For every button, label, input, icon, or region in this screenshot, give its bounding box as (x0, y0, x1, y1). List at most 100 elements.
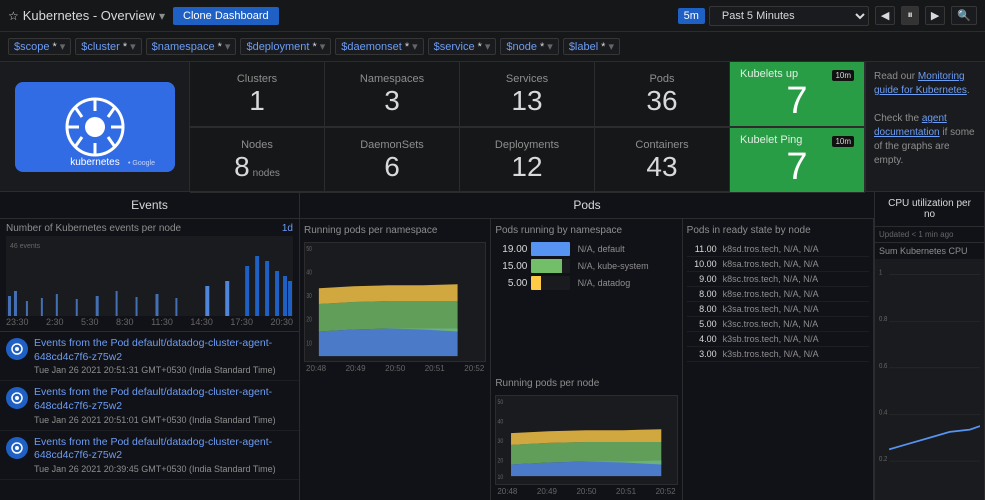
ready-row: 4.00k3sb.tros.tech, N/A, N/A (687, 332, 869, 347)
svg-text:1: 1 (879, 269, 883, 276)
svg-text:0.4: 0.4 (879, 409, 888, 416)
cpu-chart: 1 0.8 0.6 0.4 0.2 (875, 259, 984, 500)
prev-time-button[interactable]: ◀ (875, 6, 895, 25)
stat-deployments-value: 12 (511, 153, 542, 181)
pods-title: Pods (573, 198, 600, 212)
svg-text:0.8: 0.8 (879, 316, 888, 323)
filter-deployment-name: $deployment (246, 41, 309, 53)
event-title: Events from the Pod default/datadog-clus… (34, 436, 293, 463)
cpu-title: CPU utilization per no (888, 198, 971, 220)
cpu-updated: Updated < 1 min ago (875, 227, 984, 243)
svg-text:10: 10 (306, 341, 312, 348)
stat-daemonsets-label: DaemonSets (360, 139, 424, 151)
event-time: Tue Jan 26 2021 20:39:45 GMT+0530 (India… (34, 464, 293, 474)
event-text: Events from the Pod default/datadog-clus… (34, 436, 293, 474)
running-pods-namespace-panel: Running pods per namespace 50 40 30 20 1… (300, 219, 491, 500)
stat-nodes: Nodes 8 nodes (190, 128, 325, 193)
cpu-panel-header: CPU utilization per no (875, 192, 984, 227)
filter-service[interactable]: $service * ▾ (428, 38, 497, 55)
events-panel-header: Events (0, 192, 299, 219)
stat-nodes-value: 8 (234, 153, 250, 181)
ready-row: 9.00k8sc.tros.tech, N/A, N/A (687, 272, 869, 287)
filter-cluster[interactable]: $cluster * ▾ (75, 38, 141, 55)
list-item[interactable]: Events from the Pod default/datadog-clus… (0, 431, 299, 480)
cpu-sum-label: Sum Kubernetes CPU (875, 243, 984, 259)
pods-ready-by-node-panel: Pods in ready state by node 11.00k8sd.tr… (683, 219, 874, 500)
ns-value: 19.00 (495, 244, 527, 255)
stats-row: kubernetes • Google Clusters 1 Namespace… (0, 62, 985, 192)
event-title: Events from the Pod default/datadog-clus… (34, 386, 293, 413)
filter-node[interactable]: $node * ▾ (500, 38, 558, 55)
events-chart-label: Number of Kubernetes events per node (6, 223, 181, 234)
stat-kubelet-ping: Kubelet Ping 10m 7 (730, 128, 865, 193)
event-icon (6, 338, 28, 360)
event-icon (6, 387, 28, 409)
list-item[interactable]: Events from the Pod default/datadog-clus… (0, 381, 299, 430)
filter-namespace[interactable]: $namespace * ▾ (146, 38, 237, 55)
stats-bottom-row: Nodes 8 nodes DaemonSets 6 Deployments 1… (190, 128, 865, 193)
filter-daemonset[interactable]: $daemonset * ▾ (335, 38, 423, 55)
node-chart-axis: 20:48 20:49 20:50 20:51 20:52 (495, 487, 677, 496)
ns-value: 5.00 (495, 278, 527, 289)
stat-namespaces: Namespaces 3 (325, 62, 460, 127)
kubelet-ping-time-badge: 10m (832, 136, 854, 147)
running-pods-ns-chart: 50 40 30 20 10 (304, 242, 486, 362)
stat-pods-value: 36 (646, 87, 677, 115)
ready-row: 3.00k3sb.tros.tech, N/A, N/A (687, 347, 869, 362)
event-time: Tue Jan 26 2021 20:51:31 GMT+0530 (India… (34, 365, 293, 375)
filter-namespace-name: $namespace (152, 41, 215, 53)
time-range: 5m Past 5 Minutes Past 15 Minutes Past 1… (678, 6, 869, 26)
events-chart: 46 events (6, 236, 293, 316)
kubernetes-logo-svg: kubernetes • Google (15, 82, 175, 172)
dashboard: kubernetes • Google Clusters 1 Namespace… (0, 62, 985, 500)
filter-bar: $scope * ▾ $cluster * ▾ $namespace * ▾ $… (0, 32, 985, 62)
filter-scope[interactable]: $scope * ▾ (8, 38, 71, 55)
event-title: Events from the Pod default/datadog-clus… (34, 337, 293, 364)
events-panel: Events Number of Kubernetes events per n… (0, 192, 300, 500)
ns-name: N/A, kube-system (578, 261, 678, 271)
running-pods-ns-svg: 50 40 30 20 10 (305, 243, 485, 361)
filter-cluster-name: $cluster (81, 41, 120, 53)
event-text: Events from the Pod default/datadog-clus… (34, 386, 293, 424)
stat-services: Services 13 (460, 62, 595, 127)
stat-pods: Pods 36 (595, 62, 730, 127)
next-time-button[interactable]: ▶ (925, 6, 945, 25)
ready-rows: 11.00k8sd.tros.tech, N/A, N/A 10.00k8sa.… (687, 242, 869, 362)
svg-text:30: 30 (498, 437, 504, 445)
stat-daemonsets: DaemonSets 6 (325, 128, 460, 193)
filter-scope-name: $scope (14, 41, 49, 53)
pause-button[interactable]: ⏸ (901, 6, 919, 25)
running-pods-node-chart: 50 40 30 20 10 (495, 395, 677, 485)
ns-bar-row: 19.00 N/A, default (495, 242, 677, 256)
ns-bar-row: 15.00 N/A, kube-system (495, 259, 677, 273)
event-time: Tue Jan 26 2021 20:51:01 GMT+0530 (India… (34, 415, 293, 425)
filter-node-name: $node (506, 41, 537, 53)
stat-kubelets-value: 7 (786, 82, 807, 120)
list-item[interactable]: Events from the Pod default/datadog-clus… (0, 332, 299, 381)
svg-text:40: 40 (306, 270, 312, 277)
ns-chart-axis: 20:48 20:49 20:50 20:51 20:52 (304, 364, 486, 373)
stat-daemonsets-value: 6 (384, 153, 400, 181)
stat-nodes-label: Nodes (241, 139, 273, 151)
events-list: Events from the Pod default/datadog-clus… (0, 332, 299, 500)
stat-kubelets-up: Kubelets up 10m 7 (730, 62, 865, 127)
clone-dashboard-button[interactable]: Clone Dashboard (173, 7, 279, 25)
time-range-select[interactable]: Past 5 Minutes Past 15 Minutes Past 1 Ho… (709, 6, 869, 26)
kubernetes-mini-icon (11, 442, 23, 454)
svg-text:50: 50 (306, 246, 312, 253)
event-text: Events from the Pod default/datadog-clus… (34, 337, 293, 375)
event-icon (6, 437, 28, 459)
stat-kubelets-label: Kubelets up (740, 68, 798, 80)
stats-grid: Clusters 1 Namespaces 3 Services 13 Pods… (190, 62, 865, 191)
svg-text:• Google: • Google (128, 160, 155, 167)
stat-services-label: Services (506, 73, 548, 85)
ns-bar-track (531, 276, 569, 290)
filter-label[interactable]: $label * ▾ (563, 38, 620, 55)
kubelets-time-badge: 10m (832, 70, 854, 81)
stat-namespaces-label: Namespaces (360, 73, 424, 85)
events-chart-area: Number of Kubernetes events per node 1d (0, 219, 299, 332)
chevron-down-icon[interactable]: ▾ (159, 9, 165, 23)
search-button[interactable]: 🔍 (951, 6, 977, 25)
filter-deployment[interactable]: $deployment * ▾ (240, 38, 331, 55)
stat-pods-label: Pods (649, 73, 674, 85)
